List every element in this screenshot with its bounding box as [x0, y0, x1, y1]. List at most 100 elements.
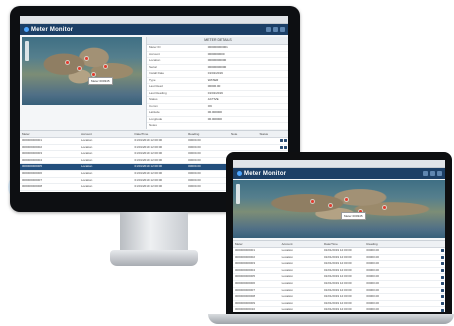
table-cell: 01/01/2019 12:00:00 [324, 254, 352, 259]
table-cell: 00000.00 [366, 287, 379, 292]
table-row[interactable]: 000000000007 Location 01/01/2019 12:00:00 0… [233, 288, 445, 295]
table-cell [231, 145, 256, 151]
detail-key: Notes [149, 123, 157, 127]
table-cell: Location [80, 144, 93, 149]
row-action-icon[interactable] [441, 262, 444, 266]
row-action-icon[interactable] [284, 139, 288, 143]
detail-key: Meter ID [149, 45, 161, 49]
app-header: Meter Monitor [233, 168, 445, 179]
detail-key: Comm [149, 103, 158, 108]
table-row[interactable]: 000000000009 Location 01/01/2019 12:00:00 0… [233, 301, 445, 308]
column-header[interactable]: Meter [233, 241, 282, 247]
detail-value: 00000000000 [207, 64, 227, 69]
map-zoom-control[interactable] [25, 41, 29, 61]
table-row[interactable]: 000000000010 Location 01/01/2019 12:00:00 0… [233, 307, 445, 312]
logout-icon[interactable] [437, 171, 442, 176]
logo-icon [237, 171, 242, 176]
map-pin-icon[interactable] [85, 57, 88, 60]
row-action-icon[interactable] [441, 249, 444, 253]
table-cell: 000000000008 [22, 184, 43, 189]
table-cell: 00000.00 [366, 261, 379, 266]
table-cell: 01/01/2019 12:00:00 [134, 170, 163, 175]
table-cell: 00000.00 [366, 248, 379, 252]
column-header[interactable]: Reading [366, 241, 400, 247]
row-action-icon[interactable] [441, 288, 444, 292]
row-action-icon[interactable] [284, 145, 288, 149]
row-action-icon[interactable] [441, 269, 444, 273]
table-row[interactable]: 000000000006 Location 01/01/2019 12:00:00 0… [233, 281, 445, 288]
column-header[interactable]: Account [81, 131, 135, 137]
table-row[interactable]: 000000000002 Location 01/01/2019 12:00:00 0… [233, 255, 445, 262]
table-cell: 000000000005 [22, 164, 43, 169]
table-cell: 000000000007 [22, 177, 43, 182]
row-action-icon[interactable] [441, 255, 444, 259]
row-action-icon[interactable] [441, 308, 444, 312]
detail-value: 00000.00 [207, 84, 221, 88]
detail-row: Notes [147, 123, 288, 129]
table-cell: 000000000006 [22, 170, 43, 175]
table-cell: 01/01/2019 12:00:00 [324, 248, 352, 252]
settings-icon[interactable] [423, 171, 428, 176]
row-action-icon[interactable] [280, 145, 284, 149]
column-header[interactable]: Date/Time [135, 131, 189, 137]
logout-icon[interactable] [280, 27, 285, 32]
map-pin-icon[interactable] [345, 198, 348, 201]
row-action-icon[interactable] [441, 302, 444, 306]
map-zoom-control[interactable] [236, 184, 240, 204]
detail-key: Status [149, 97, 158, 101]
map-pin-icon[interactable] [66, 61, 69, 64]
table-cell: 00000.00 [366, 267, 379, 272]
table-cell: 000000000003 [22, 151, 43, 156]
table-row[interactable]: 000000000004 Location 01/01/2019 12:00:00 0… [233, 268, 445, 275]
table-row[interactable]: 000000000005 Location 01/01/2019 12:00:00 0… [233, 274, 445, 281]
table-cell: 00000.00 [188, 151, 201, 156]
table-cell: 00000.00 [188, 170, 201, 175]
row-action-icon[interactable] [441, 275, 444, 279]
map-pin-icon[interactable] [92, 73, 95, 76]
table-cell: 01/01/2019 12:00:00 [324, 267, 352, 272]
table-cell: 01/01/2019 12:00:00 [324, 280, 352, 285]
column-header[interactable]: Account [282, 241, 324, 247]
table-row[interactable]: 000000000008 Location 01/01/2019 12:00:00 0… [233, 294, 445, 301]
map-view[interactable]: Meter 000345 [22, 37, 142, 105]
column-header[interactable]: Reading [188, 131, 231, 137]
meter-table: Meter Account Date/Time Reading 00000000000… [233, 240, 445, 312]
table-cell: Location [80, 170, 93, 175]
user-icon[interactable] [273, 27, 278, 32]
table-cell: 01/01/2019 12:00:00 [324, 274, 352, 279]
column-header[interactable]: Meter [20, 131, 81, 137]
map-pin-icon[interactable] [104, 65, 107, 68]
map-pin-icon[interactable] [383, 206, 386, 209]
table-header: Meter Account Date/Time Reading [233, 241, 445, 248]
table-cell: 01/01/2019 12:00:00 [324, 261, 352, 266]
map-view[interactable]: Meter 000345 [233, 180, 445, 238]
monitor-stand-neck [120, 212, 188, 254]
table-cell [231, 138, 256, 144]
table-cell: 000000000002 [22, 144, 43, 149]
map-pin-icon[interactable] [311, 200, 314, 203]
row-action-icon[interactable] [441, 295, 444, 299]
table-row[interactable]: 000000000001 Location 01/01/2019 12:00:00 0… [233, 248, 445, 255]
table-cell: 01/01/2019 12:00:00 [134, 151, 163, 156]
row-action-icon[interactable] [280, 139, 284, 143]
table-cell: 00000.00 [366, 300, 379, 305]
table-row[interactable]: 000000000002 Location 01/01/2019 12:00:00 0… [20, 145, 288, 152]
settings-icon[interactable] [266, 27, 271, 32]
table-row[interactable]: 000000000001 Location 01/01/2019 12:00:00 0… [20, 138, 288, 145]
column-header[interactable]: Note [231, 131, 260, 137]
detail-rows: Meter ID 000000000001 Account 0000000000 Loc… [147, 45, 288, 129]
row-action-icon[interactable] [441, 282, 444, 286]
detail-value: 01/01/2019 [207, 90, 223, 95]
map-tooltip: Meter 000345 [341, 212, 366, 220]
map-pin-icon[interactable] [78, 67, 81, 70]
column-header[interactable]: Date/Time [324, 241, 366, 247]
table-cell: 01/01/2019 12:00:00 [324, 307, 352, 312]
map-pin-icon[interactable] [329, 204, 332, 207]
detail-key: Latitude [149, 110, 160, 114]
table-cell: 00000.00 [188, 144, 201, 149]
column-header[interactable]: Status [260, 131, 288, 137]
user-icon[interactable] [430, 171, 435, 176]
app-title: Meter Monitor [31, 26, 74, 33]
table-cell: 00000.00 [366, 254, 379, 259]
table-row[interactable]: 000000000003 Location 01/01/2019 12:00:00 0… [233, 261, 445, 268]
